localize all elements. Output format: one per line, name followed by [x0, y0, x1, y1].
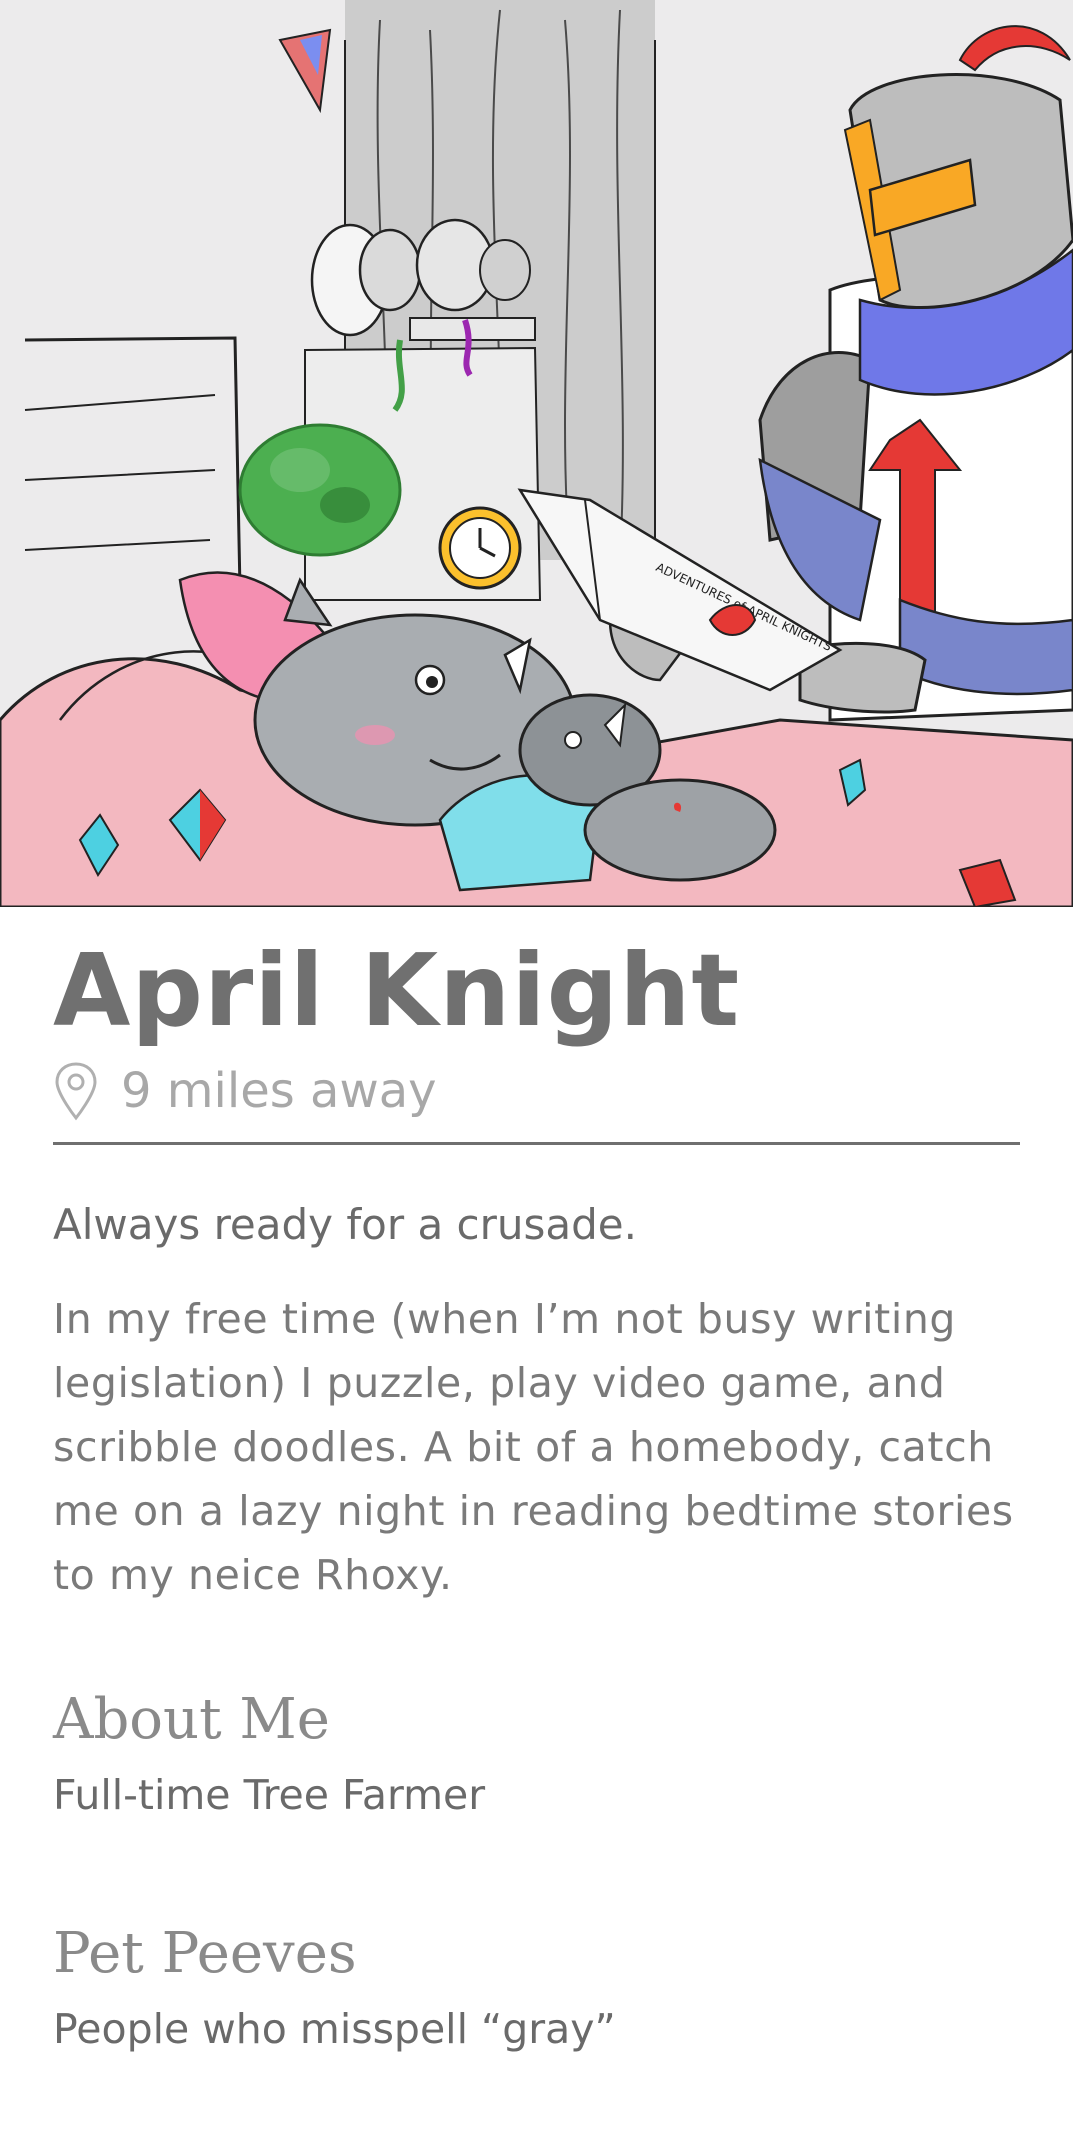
- pet-peeves-title: Pet Peeves: [53, 1921, 357, 1986]
- profile-tagline: Always ready for a crusade.: [53, 1200, 638, 1249]
- pet-peeves-section: Pet Peeves People who misspell “gray”: [53, 1919, 1020, 2057]
- profile-photo: ADVENTURES of APRIL KNIGHTS: [0, 0, 1073, 907]
- pet-peeves-body: People who misspell “gray”: [53, 2005, 616, 2053]
- profile-name: April Knight: [53, 932, 741, 1049]
- about-me-title: About Me: [53, 1687, 330, 1752]
- profile-bio: In my free time (when I’m not busy writi…: [53, 1295, 1014, 1599]
- location-row: 9 miles away: [53, 1058, 1020, 1124]
- map-pin-icon: [55, 1062, 97, 1121]
- about-me-section: About Me Full-time Tree Farmer: [53, 1685, 1020, 1823]
- divider: [53, 1142, 1020, 1145]
- distance-text: 9 miles away: [121, 1063, 437, 1119]
- profile-details: April Knight 9 miles away Always ready f…: [53, 907, 1020, 2057]
- about-me-body: Full-time Tree Farmer: [53, 1771, 486, 1819]
